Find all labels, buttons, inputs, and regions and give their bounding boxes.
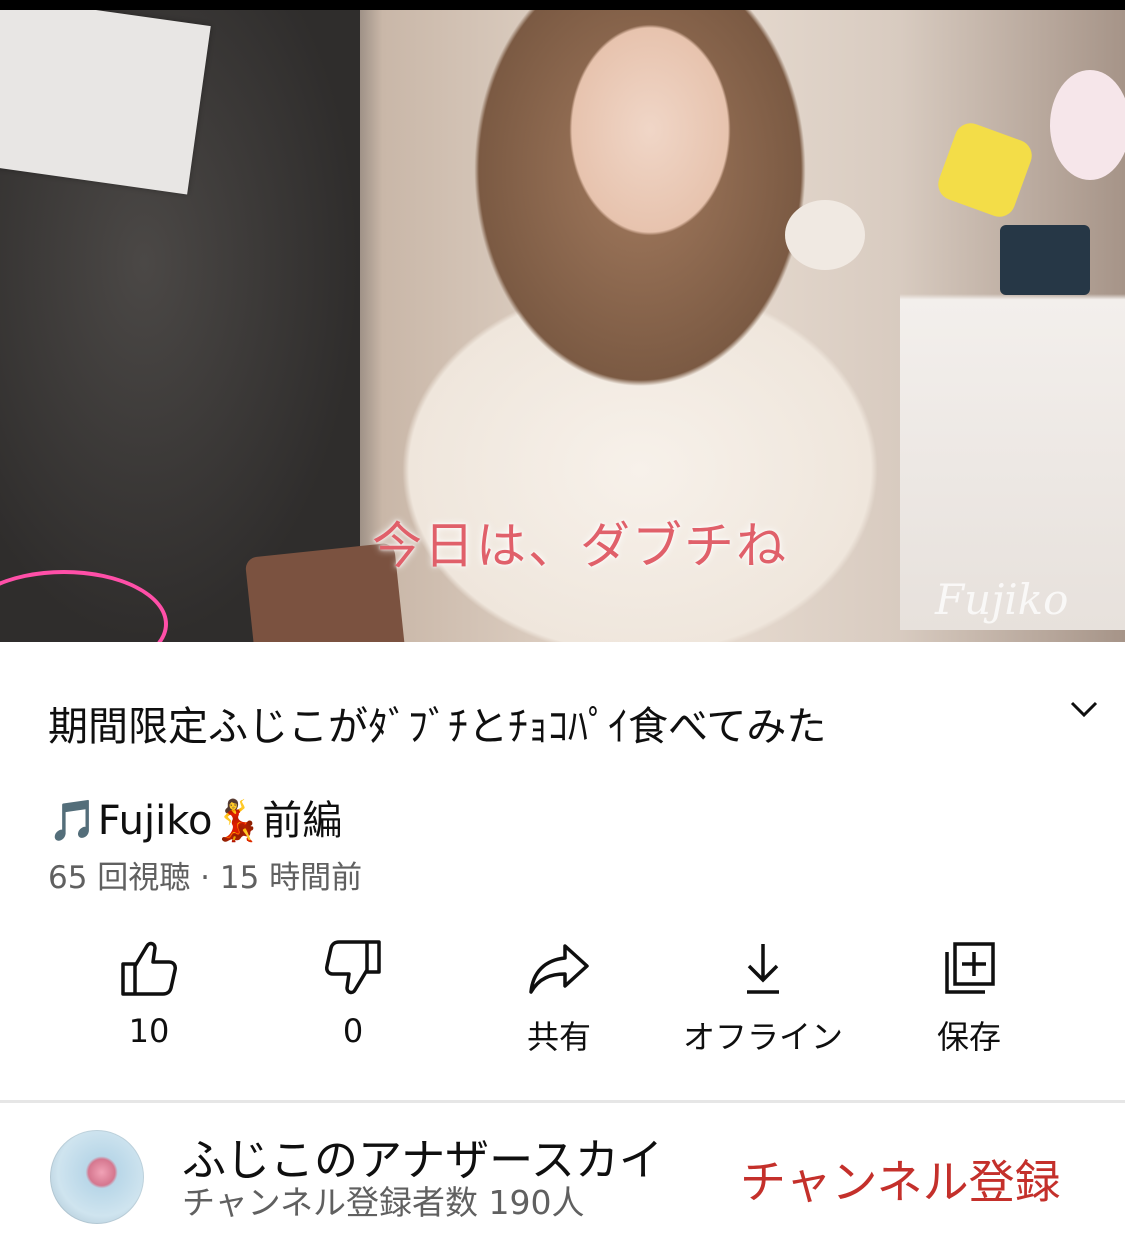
- video-title-line2: 🎵Fujiko💃前編: [48, 798, 343, 844]
- share-label: 共有: [526, 1018, 591, 1056]
- status-bar: [0, 0, 1125, 10]
- video-subtitle: 今日は、ダブチね: [372, 517, 788, 575]
- video-toy-pineapple: [785, 200, 865, 270]
- video-title-line1: 期間限定ふじこがﾀﾞﾌﾞﾁとﾁｮｺﾊﾟｲ食べてみた: [48, 704, 827, 750]
- chevron-down-icon: [1070, 701, 1098, 718]
- save-label: 保存: [936, 1018, 1001, 1056]
- share-icon: [529, 944, 589, 994]
- share-button[interactable]: 共有: [459, 930, 659, 1058]
- section-divider: [0, 1100, 1125, 1103]
- action-bar: 10 0 共有 オフライン 保存: [0, 930, 1125, 1060]
- thumbs-down-icon: [325, 940, 381, 995]
- subscriber-count: チャンネル登録者数 190人: [182, 1183, 585, 1222]
- video-watermark: Fujiko: [935, 575, 1069, 624]
- expand-description-button[interactable]: [1066, 692, 1102, 728]
- video-background-paper: [0, 10, 211, 195]
- offline-button[interactable]: オフライン: [663, 930, 863, 1058]
- video-title[interactable]: 期間限定ふじこがﾀﾞﾌﾞﾁとﾁｮｺﾊﾟｲ食べてみた 🎵Fujiko💃前編: [48, 680, 1028, 868]
- add-to-playlist-icon: [945, 942, 995, 994]
- dislike-button[interactable]: 0: [253, 930, 453, 1050]
- like-button[interactable]: 10: [49, 930, 249, 1050]
- offline-label: オフライン: [682, 1018, 843, 1056]
- save-button[interactable]: 保存: [869, 930, 1069, 1058]
- channel-avatar[interactable]: [50, 1130, 144, 1224]
- video-cup: [1000, 225, 1090, 295]
- video-player[interactable]: 今日は、ダブチね Fujiko: [0, 10, 1125, 642]
- video-meta: 65 回視聴 · 15 時間前: [48, 860, 363, 896]
- download-icon: [747, 944, 779, 994]
- dislike-count: 0: [342, 1012, 364, 1050]
- subscribe-button[interactable]: チャンネル登録: [740, 1146, 1061, 1212]
- video-toy-plush: [1050, 70, 1125, 180]
- like-count: 10: [128, 1012, 170, 1050]
- thumbs-up-icon: [121, 941, 177, 996]
